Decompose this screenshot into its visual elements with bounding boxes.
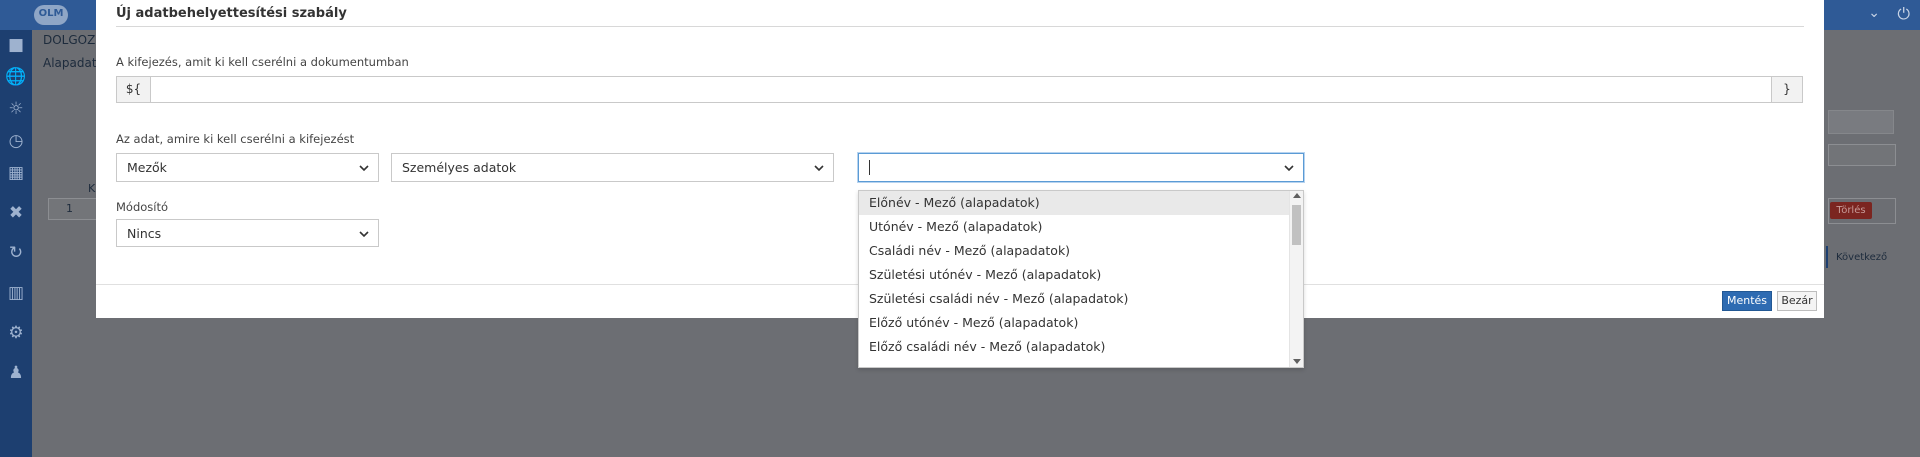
- group-select-value: Személyes adatok: [402, 160, 517, 175]
- chevron-down-icon: [1284, 165, 1294, 172]
- expression-label: A kifejezés, amit ki kell cserélni a dok…: [116, 55, 409, 69]
- logo-text: OLM: [38, 8, 64, 19]
- dropdown-option[interactable]: Születési utónév - Mező (alapadatok): [859, 263, 1289, 287]
- chevron-down-icon: [359, 165, 369, 172]
- background-next-link: Következő: [1836, 252, 1888, 263]
- expression-suffix: }: [1771, 77, 1802, 102]
- background-table-row: [48, 198, 100, 220]
- dropdown-scrollbar[interactable]: [1289, 191, 1303, 367]
- calendar-icon[interactable]: ▦: [0, 158, 32, 188]
- chevron-down-icon: [359, 231, 369, 238]
- scroll-up-arrow-icon[interactable]: [1293, 193, 1301, 198]
- dropdown-option[interactable]: Utónév - Mező (alapadatok): [859, 215, 1289, 239]
- group-select[interactable]: Személyes adatok: [391, 153, 834, 182]
- field-select[interactable]: [858, 153, 1304, 182]
- expression-input[interactable]: [151, 77, 1771, 102]
- sun-icon[interactable]: ☼: [0, 94, 32, 124]
- background-page-subtitle: Alapadat: [43, 56, 97, 70]
- tools-icon[interactable]: ✖: [0, 198, 32, 228]
- background-row-number: 1: [66, 202, 73, 215]
- power-icon[interactable]: ⏻: [1897, 4, 1910, 24]
- dropdown-option[interactable]: Előnév - Mező (alapadatok): [859, 191, 1289, 215]
- home-icon[interactable]: ■: [0, 30, 32, 60]
- dropdown-option[interactable]: Előző utónév - Mező (alapadatok): [859, 311, 1289, 335]
- field-options-dropdown: Előnév - Mező (alapadatok) Utónév - Mező…: [858, 190, 1304, 368]
- background-filter-input: [1828, 144, 1896, 166]
- chevron-down-icon: [814, 165, 824, 172]
- transfer-icon[interactable]: ↻: [0, 238, 32, 268]
- scrollbar-thumb[interactable]: [1292, 205, 1301, 245]
- source-select-value: Mezők: [127, 160, 167, 175]
- chart-icon[interactable]: ▥: [0, 278, 32, 308]
- globe-icon[interactable]: 🌐: [0, 62, 32, 92]
- scroll-down-arrow-icon[interactable]: [1293, 359, 1301, 364]
- modal-title: Új adatbehelyettesítési szabály: [116, 6, 347, 21]
- expression-prefix: ${: [117, 77, 151, 102]
- modifier-select-value: Nincs: [127, 226, 162, 241]
- modal-title-divider: [116, 26, 1804, 27]
- dropdown-option[interactable]: Előző családi név - Mező (alapadatok): [859, 335, 1289, 359]
- settings-icon[interactable]: ⚙: [0, 318, 32, 348]
- background-delete-button: Törlés: [1830, 202, 1872, 219]
- chevron-down-icon[interactable]: ⌄: [1868, 5, 1880, 21]
- dropdown-option[interactable]: Születési családi név - Mező (alapadatok…: [859, 287, 1289, 311]
- modifier-select[interactable]: Nincs: [116, 219, 379, 247]
- text-cursor: [869, 160, 870, 175]
- expression-input-group: ${ }: [116, 76, 1803, 103]
- close-button[interactable]: Bezár: [1777, 291, 1817, 311]
- background-column-header: K: [88, 182, 96, 195]
- background-action-button: [1828, 110, 1894, 134]
- background-page-title: DOLGOZ: [43, 33, 96, 47]
- modifier-label: Módosító: [116, 200, 169, 214]
- data-label: Az adat, amire ki kell cserélni a kifeje…: [116, 132, 355, 146]
- source-select[interactable]: Mezők: [116, 153, 379, 182]
- background-pagination-divider: [1826, 246, 1828, 268]
- save-button[interactable]: Mentés: [1722, 291, 1772, 311]
- users-icon[interactable]: ♟: [0, 358, 32, 388]
- app-logo[interactable]: OLM: [34, 2, 68, 28]
- dashboard-icon[interactable]: ◷: [0, 126, 32, 156]
- dropdown-option[interactable]: Családi név - Mező (alapadatok): [859, 239, 1289, 263]
- sidebar: ■ 🌐 ☼ ◷ ▦ ✖ ↻ ▥ ⚙ ♟: [0, 30, 32, 457]
